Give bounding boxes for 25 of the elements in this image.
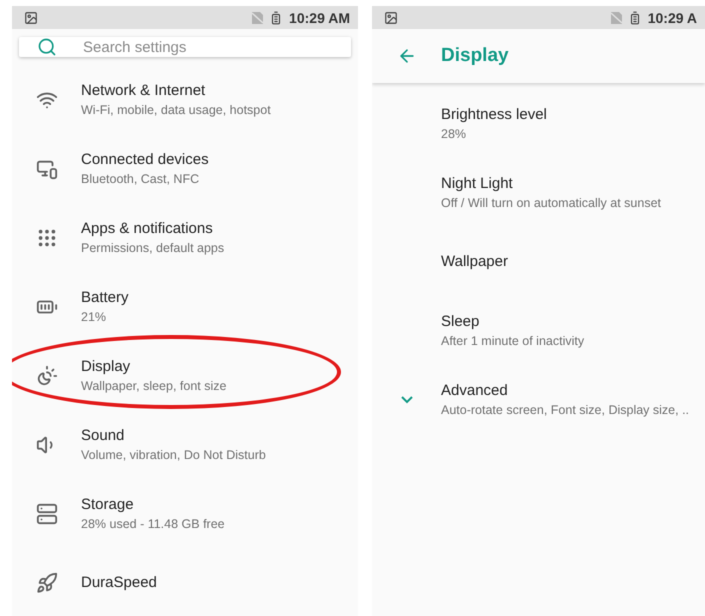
image-icon: [384, 10, 398, 24]
settings-item[interactable]: Connected devices Bluetooth, Cast, NFC: [12, 134, 358, 203]
settings-item[interactable]: Display Wallpaper, sleep, font size: [12, 341, 358, 410]
image-icon: [24, 10, 38, 24]
search-icon: [37, 37, 57, 57]
rocket-icon: [36, 572, 58, 594]
settings-item[interactable]: Wallpaper: [372, 227, 705, 296]
settings-item[interactable]: Storage 28% used - 11.48 GB free: [12, 479, 358, 548]
settings-item[interactable]: DuraSpeed: [12, 548, 358, 616]
no-sim-icon: [252, 12, 264, 24]
settings-item[interactable]: Battery 21%: [12, 272, 358, 341]
settings-item[interactable]: Night Light Off / Will turn on automatically at sunset: [372, 158, 705, 227]
storage-icon: [36, 502, 58, 524]
brightness-icon: [36, 364, 58, 386]
chevron-icon: [400, 396, 412, 404]
settings-item[interactable]: Apps & notifications Permissions, default apps: [12, 203, 358, 272]
no-sim-icon: [610, 12, 622, 24]
settings-item[interactable]: Network & Internet Wi-Fi, mobile, data usage, hotspot: [12, 65, 358, 134]
settings-item[interactable]: Advanced Auto-rotate screen, Font size, Display size, ..: [372, 365, 705, 434]
clock: 10:29 A: [648, 10, 697, 26]
settings-item[interactable]: Sleep After 1 minute of inactivity: [372, 296, 705, 365]
clock: 10:29 AM: [289, 10, 350, 26]
settings-item[interactable]: Brightness level 28%: [372, 89, 705, 158]
settings-item[interactable]: Sound Volume, vibration, Do Not Disturb: [12, 410, 358, 479]
screen-title: Display: [441, 45, 509, 67]
